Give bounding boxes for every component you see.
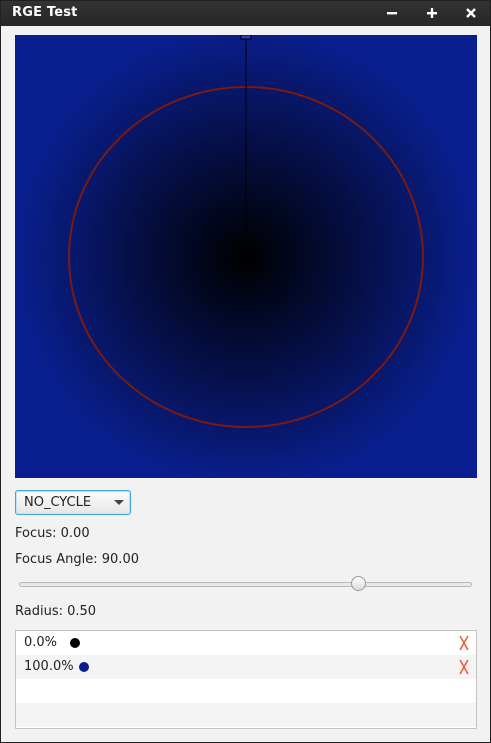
gradient-stops-list[interactable]: 0.0% 100.0% bbox=[15, 630, 477, 729]
window-title: RGE Test bbox=[12, 5, 78, 20]
focus-angle-label: Focus Angle: 90.00 bbox=[15, 552, 139, 567]
delete-icon[interactable] bbox=[457, 634, 471, 652]
gradient-canvas[interactable] bbox=[15, 35, 477, 478]
radius-label: Radius: 0.50 bbox=[15, 604, 97, 619]
stop-row[interactable]: 0.0% bbox=[16, 631, 476, 655]
stop-row[interactable]: 100.0% bbox=[16, 655, 476, 679]
delete-icon[interactable] bbox=[457, 658, 471, 676]
stop-offset-label: 100.0% bbox=[24, 659, 74, 674]
stop-offset-label: 0.0% bbox=[24, 635, 58, 650]
cycle-method-value: NO_CYCLE bbox=[24, 495, 92, 510]
close-icon bbox=[466, 8, 476, 18]
gradient-preview[interactable] bbox=[15, 35, 477, 478]
focus-angle-slider[interactable] bbox=[19, 575, 472, 595]
minimize-button[interactable] bbox=[383, 4, 401, 22]
empty-row bbox=[16, 703, 476, 727]
focus-label: Focus: 0.00 bbox=[15, 526, 90, 541]
focus-handle[interactable] bbox=[240, 35, 252, 40]
maximize-icon bbox=[427, 8, 437, 18]
stop-color-swatch[interactable] bbox=[79, 662, 89, 672]
chevron-down-icon bbox=[114, 500, 124, 505]
title-bar[interactable]: RGE Test bbox=[1, 1, 490, 26]
close-button[interactable] bbox=[462, 4, 480, 22]
app-window: RGE Test NO_CYCLE Focus: 0.00 Focus Angl… bbox=[0, 0, 491, 743]
maximize-button[interactable] bbox=[423, 4, 441, 22]
stop-color-swatch[interactable] bbox=[70, 638, 80, 648]
slider-track[interactable] bbox=[19, 582, 472, 587]
slider-thumb[interactable] bbox=[351, 576, 367, 591]
minimize-icon bbox=[387, 12, 397, 15]
empty-row bbox=[16, 679, 476, 703]
cycle-method-dropdown[interactable]: NO_CYCLE bbox=[15, 490, 131, 515]
